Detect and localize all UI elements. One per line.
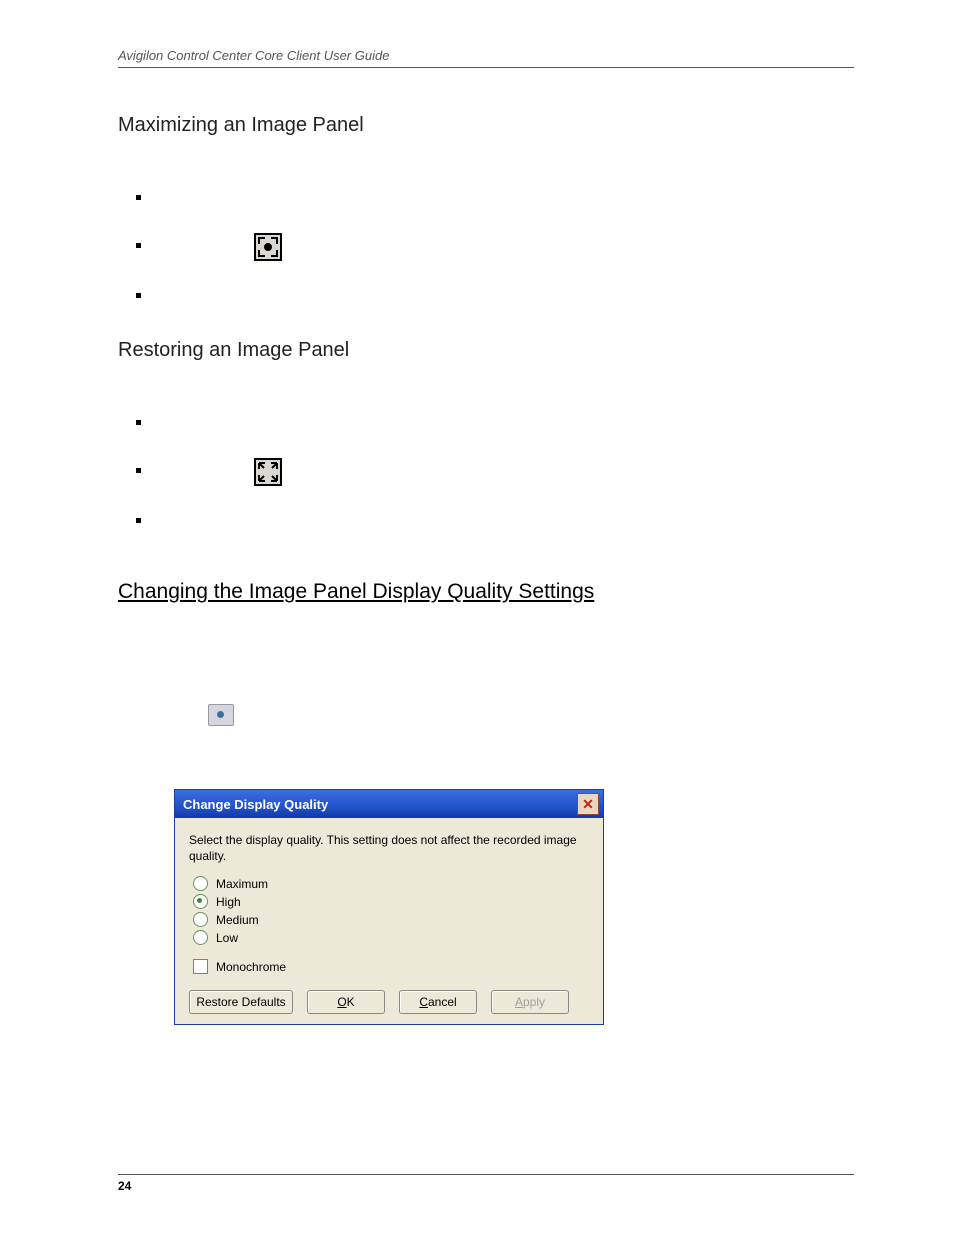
radio-option-maximum[interactable]: Maximum <box>189 876 589 891</box>
restore-list <box>118 410 854 534</box>
cancel-button[interactable]: Cancel <box>399 990 477 1014</box>
radio-label: Low <box>216 931 238 945</box>
maximize-icon <box>254 233 282 261</box>
list-item <box>154 233 854 261</box>
radio-label: Medium <box>216 913 259 927</box>
heading-maximize: Maximizing an Image Panel <box>118 114 854 137</box>
dialog-titlebar: Change Display Quality ✕ <box>175 790 603 818</box>
radio-icon <box>193 876 208 891</box>
dialog-body: Select the display quality. This setting… <box>175 818 603 1024</box>
button-label: Restore Defaults <box>196 995 285 1009</box>
ok-button[interactable]: OK <box>307 990 385 1014</box>
radio-label: High <box>216 895 241 909</box>
list-item <box>154 185 854 211</box>
close-button[interactable]: ✕ <box>577 793 599 815</box>
dialog-description: Select the display quality. This setting… <box>189 832 589 864</box>
heading-quality-settings: Changing the Image Panel Display Quality… <box>118 580 854 604</box>
radio-icon <box>193 894 208 909</box>
apply-button[interactable]: Apply <box>491 990 569 1014</box>
change-display-quality-dialog: Change Display Quality ✕ Select the disp… <box>174 789 604 1025</box>
list-item <box>154 508 854 534</box>
radio-icon <box>193 930 208 945</box>
close-icon: ✕ <box>582 797 594 811</box>
checkbox-icon <box>193 959 208 974</box>
heading-restore: Restoring an Image Panel <box>118 339 854 362</box>
restore-icon <box>254 458 282 486</box>
list-item <box>154 283 854 309</box>
button-label: Cancel <box>419 995 456 1009</box>
restore-defaults-button[interactable]: Restore Defaults <box>189 990 293 1014</box>
maximize-list <box>118 185 854 309</box>
radio-label: Maximum <box>216 877 268 891</box>
list-item <box>154 458 854 486</box>
list-item <box>154 410 854 436</box>
radio-icon <box>193 912 208 927</box>
button-label: OK <box>337 995 354 1009</box>
dialog-title: Change Display Quality <box>183 797 328 812</box>
radio-option-medium[interactable]: Medium <box>189 912 589 927</box>
change-display-quality-toolbar-icon <box>208 704 234 726</box>
page-number: 24 <box>118 1174 854 1193</box>
radio-option-low[interactable]: Low <box>189 930 589 945</box>
radio-option-high[interactable]: High <box>189 894 589 909</box>
checkbox-label: Monochrome <box>216 960 286 974</box>
button-label: Apply <box>515 995 545 1009</box>
running-header: Avigilon Control Center Core Client User… <box>118 48 854 68</box>
checkbox-monochrome[interactable]: Monochrome <box>189 959 589 974</box>
